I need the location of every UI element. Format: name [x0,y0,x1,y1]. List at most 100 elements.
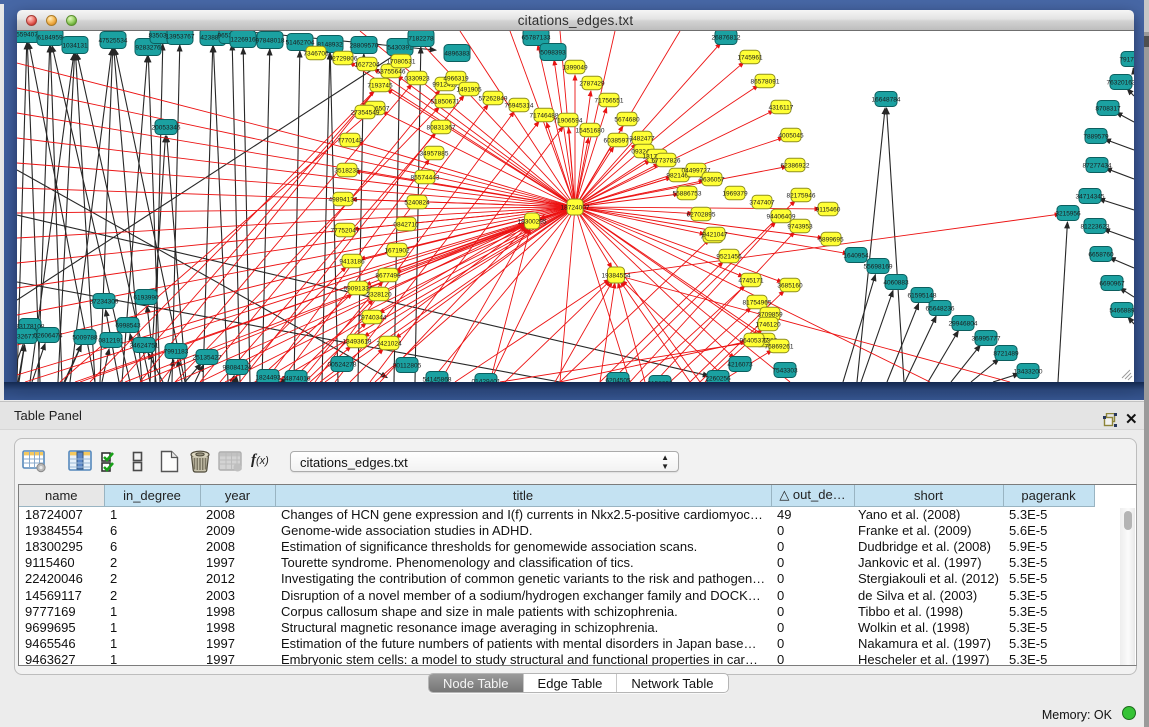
svg-text:8721489: 8721489 [993,351,1019,358]
svg-text:5098393: 5098393 [540,50,566,57]
svg-text:6998543: 6998543 [115,323,141,330]
svg-text:7543303: 7543303 [772,368,798,375]
svg-text:98084124: 98084124 [223,365,252,372]
svg-text:18300295: 18300295 [518,219,547,226]
svg-text:13493618: 13493618 [343,339,372,346]
svg-text:80112805: 80112805 [393,363,422,370]
svg-text:19384554: 19384554 [602,273,631,280]
svg-text:3482477: 3482477 [629,136,655,143]
svg-text:65648236: 65648236 [926,306,955,313]
svg-text:81223623: 81223623 [1081,224,1110,231]
svg-text:13953767: 13953767 [166,34,195,41]
svg-text:6899695: 6899695 [818,237,844,244]
svg-text:67737826: 67737826 [652,158,681,165]
svg-text:65787133: 65787133 [522,35,551,42]
svg-text:18724007: 18724007 [561,205,590,212]
svg-text:4316117: 4316117 [769,105,794,112]
svg-text:1824493: 1824493 [255,375,281,382]
svg-text:28809570: 28809570 [350,43,379,50]
svg-text:36995777: 36995777 [972,336,1001,343]
svg-text:34714345: 34714345 [1076,194,1105,201]
svg-text:13433200: 13433200 [1014,369,1043,376]
svg-text:7917693: 7917693 [1119,57,1134,64]
svg-text:82175946: 82175946 [787,193,816,200]
svg-text:7346706: 7346706 [303,51,329,58]
svg-text:7182278: 7182278 [408,36,434,43]
svg-text:25135427: 25135427 [193,355,222,362]
svg-text:0812191: 0812191 [98,338,124,345]
svg-text:9115460: 9115460 [816,207,841,214]
svg-text:53755646: 53755646 [377,69,406,76]
svg-text:62702895: 62702895 [687,212,716,219]
svg-text:9743953: 9743953 [787,224,813,231]
svg-text:9283276: 9283276 [135,45,161,52]
svg-text:26876812: 26876812 [712,35,741,42]
svg-text:4896383: 4896383 [444,51,470,58]
svg-text:9521456: 9521456 [716,254,742,261]
svg-text:61595148: 61595148 [908,293,937,300]
svg-text:7193745: 7193745 [367,83,393,90]
svg-text:3518233: 3518233 [334,168,360,175]
svg-text:80831367: 80831367 [427,125,456,132]
svg-text:4005045: 4005045 [778,133,804,140]
svg-text:6690967: 6690967 [1099,281,1125,288]
svg-text:1746120: 1746120 [755,322,781,329]
svg-text:97848018: 97848018 [256,38,285,45]
svg-text:6658760: 6658760 [1088,252,1114,259]
svg-text:20053346: 20053346 [152,125,181,132]
svg-text:16648784: 16648784 [872,97,901,104]
svg-text:1745961: 1745961 [737,55,763,62]
svg-text:8708317: 8708317 [1095,106,1121,113]
svg-text:79740344: 79740344 [358,315,387,322]
svg-text:27354549: 27354549 [351,110,380,117]
svg-text:15451680: 15451680 [576,128,605,135]
svg-text:7889579: 7889579 [1083,134,1109,141]
svg-text:7991183: 7991183 [164,349,189,356]
svg-text:9421047: 9421047 [702,232,728,239]
svg-text:02606474: 02606474 [34,333,63,340]
svg-text:47525534: 47525534 [99,38,128,45]
svg-text:00524278: 00524278 [328,362,357,369]
svg-text:4966319: 4966319 [443,76,469,83]
svg-text:0842710: 0842710 [393,222,419,229]
svg-text:49894134: 49894134 [329,197,358,204]
svg-text:1034131: 1034131 [62,43,88,50]
svg-text:3747407: 3747407 [749,200,775,207]
svg-text:8677496: 8677496 [375,273,401,280]
svg-text:77752047: 77752047 [331,228,360,235]
svg-text:94406409: 94406409 [767,214,796,221]
svg-text:1969379: 1969379 [722,191,748,198]
svg-text:0330923: 0330923 [404,76,430,83]
svg-text:51462704: 51462704 [286,40,315,47]
svg-text:3685160: 3685160 [777,283,803,290]
svg-text:34624751: 34624751 [130,343,159,350]
svg-text:1226916: 1226916 [230,37,256,44]
svg-text:5674680: 5674680 [614,117,640,124]
svg-text:6184959: 6184959 [37,35,63,42]
svg-text:51850671: 51850671 [431,99,460,106]
svg-text:86578091: 86578091 [751,79,780,86]
svg-text:87234309: 87234309 [90,299,119,306]
svg-text:5240824: 5240824 [404,200,430,207]
svg-text:4745171: 4745171 [738,278,764,285]
svg-text:4216073: 4216073 [727,362,753,369]
svg-text:75869261: 75869261 [765,344,794,351]
svg-text:5009788: 5009788 [72,335,98,342]
svg-text:17080531: 17080531 [387,59,416,66]
svg-text:85574443: 85574443 [411,175,440,182]
svg-text:71906594: 71906594 [554,118,583,125]
svg-text:2328120: 2328120 [366,292,392,299]
svg-text:1491905: 1491905 [456,87,482,94]
svg-text:9413186: 9413186 [339,259,365,266]
svg-text:5466889: 5466889 [1109,308,1134,315]
svg-text:3215956: 3215956 [1055,211,1081,218]
svg-text:62386922: 62386922 [781,163,810,170]
svg-text:55698169: 55698169 [864,264,893,271]
svg-text:1671902: 1671902 [384,248,410,255]
svg-text:87277434: 87277434 [1083,163,1112,170]
svg-text:1627204: 1627204 [354,62,380,69]
svg-text:81754965: 81754965 [743,300,772,307]
svg-text:96405377: 96405377 [740,338,769,345]
svg-text:29946804: 29946804 [949,321,978,328]
svg-text:76945314: 76945314 [505,103,534,110]
